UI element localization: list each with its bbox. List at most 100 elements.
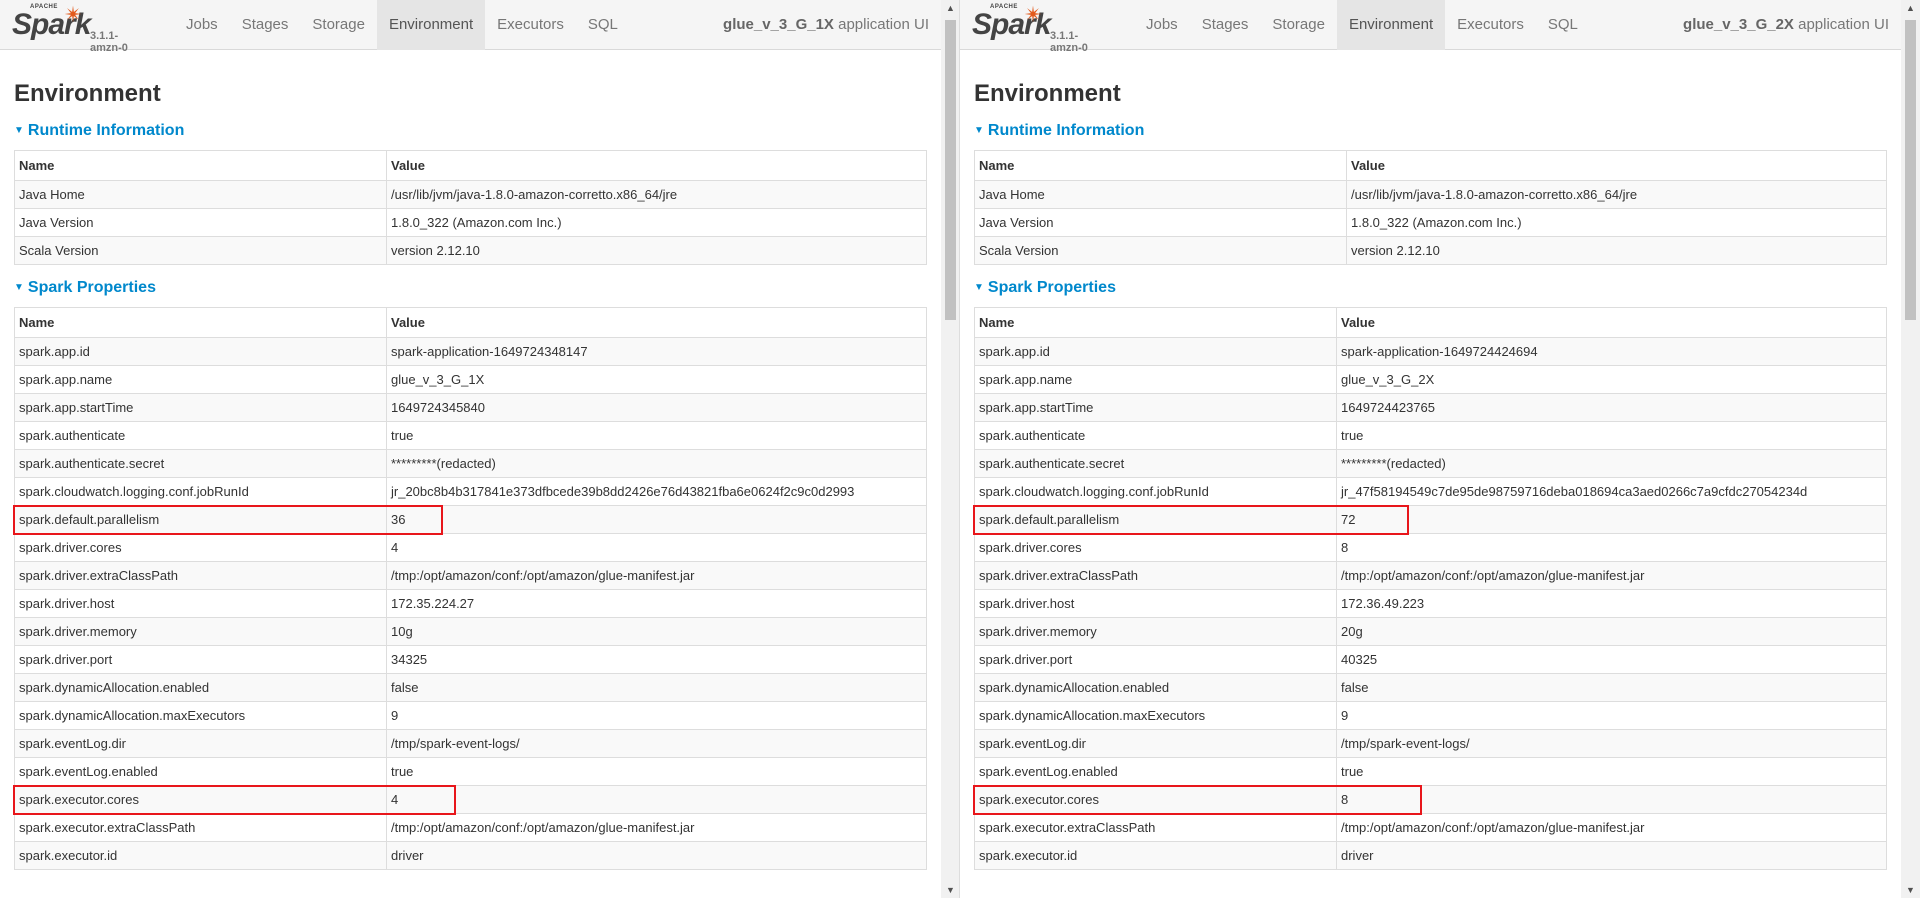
table-row: spark.dynamicAllocation.maxExecutors 9: [14, 701, 927, 730]
property-name: Scala Version: [974, 236, 1347, 265]
tab-sql[interactable]: SQL: [576, 0, 630, 50]
collapse-runtime[interactable]: ▼ Runtime Information: [974, 120, 1887, 142]
scrollbar-thumb[interactable]: [945, 20, 956, 320]
nav-tabs: Jobs Stages Storage Environment Executors SQL: [174, 0, 630, 50]
property-value: /tmp/spark-event-logs/: [386, 729, 927, 758]
collapse-runtime[interactable]: ▼ Runtime Information: [14, 120, 927, 142]
table-row: spark.driver.host 172.36.49.223: [974, 589, 1887, 618]
property-name: spark.eventLog.enabled: [14, 757, 387, 786]
app-ui-suffix: application UI: [1793, 16, 1889, 33]
property-value: jr_20bc8b4b317841e373dfbcede39b8dd2426e7…: [386, 477, 927, 506]
runtime-table: Name Value Java Home/usr/lib/jvm/java-1.8.…: [974, 150, 1887, 265]
tab-storage[interactable]: Storage: [300, 0, 377, 50]
property-value: 9: [1336, 701, 1887, 730]
table-row: Java Version 1.8.0_322 (Amazon.com Inc.): [14, 208, 927, 237]
table-row: Scala Version version 2.12.10: [974, 236, 1887, 265]
scroll-down-icon[interactable]: ▼: [941, 882, 959, 898]
property-value: /tmp:/opt/amazon/conf:/opt/amazon/glue-m…: [1336, 561, 1887, 590]
scrollbar[interactable]: ▲ ▼: [941, 0, 959, 898]
table-row: spark.authenticate.secret *********(redac…: [14, 449, 927, 478]
property-name: spark.dynamicAllocation.maxExecutors: [974, 701, 1337, 730]
tab-jobs[interactable]: Jobs: [1134, 0, 1190, 50]
table-row: spark.app.startTime 1649724423765: [974, 393, 1887, 422]
property-value: 36: [386, 505, 927, 534]
column-header[interactable]: Name: [974, 150, 1347, 181]
column-header[interactable]: Name: [14, 150, 387, 181]
scrollbar-thumb[interactable]: [1905, 20, 1916, 320]
table-row: spark.driver.port 40325: [974, 645, 1887, 674]
scroll-up-icon[interactable]: ▲: [1901, 0, 1920, 16]
spark_props-table: Name Value spark.app.id spark-application-1…: [974, 307, 1887, 870]
column-header[interactable]: Value: [1336, 307, 1887, 338]
property-name: spark.app.id: [14, 337, 387, 366]
app-ui-title: glue_v_3_G_2X application UI: [1683, 0, 1889, 50]
spark-logo[interactable]: APACHE Spark ✴ 3.1.1-amzn-0: [972, 4, 1092, 55]
tab-sql[interactable]: SQL: [1536, 0, 1590, 50]
property-name: spark.driver.extraClassPath: [974, 561, 1337, 590]
property-name: spark.driver.extraClassPath: [14, 561, 387, 590]
tab-executors[interactable]: Executors: [1445, 0, 1536, 50]
table-row: spark.executor.extraClassPath/tmp:/opt/a…: [974, 813, 1887, 842]
table-row: spark.driver.extraClassPath/tmp:/opt/ama…: [974, 561, 1887, 590]
property-value: true: [1336, 757, 1887, 786]
collapse-spark_props[interactable]: ▼ Spark Properties: [974, 277, 1887, 299]
column-header[interactable]: Value: [386, 307, 927, 338]
tab-storage[interactable]: Storage: [1260, 0, 1337, 50]
table-row: spark.executor.extraClassPath/tmp:/opt/a…: [14, 813, 927, 842]
property-name: spark.authenticate.secret: [14, 449, 387, 478]
table-row: spark.app.name glue_v_3_G_2X: [974, 365, 1887, 394]
property-name: spark.app.startTime: [14, 393, 387, 422]
table-row: spark.app.id spark-application-1649724348…: [14, 337, 927, 366]
scrollbar[interactable]: ▲ ▼: [1901, 0, 1920, 898]
table-row: spark.executor.id driver: [14, 841, 927, 870]
tab-stages[interactable]: Stages: [230, 0, 301, 50]
tab-executors[interactable]: Executors: [485, 0, 576, 50]
property-value: 172.35.224.27: [386, 589, 927, 618]
tab-stages[interactable]: Stages: [1190, 0, 1261, 50]
table-row: spark.driver.extraClassPath/tmp:/opt/ama…: [14, 561, 927, 590]
scroll-up-icon[interactable]: ▲: [941, 0, 959, 16]
column-header[interactable]: Name: [974, 307, 1337, 338]
table-row: spark.cloudwatch.logging.conf.jobRunId jr…: [14, 477, 927, 506]
column-header[interactable]: Value: [386, 150, 927, 181]
collapse-arrow-icon: ▼: [974, 125, 984, 136]
table-row: spark.eventLog.enabled true: [14, 757, 927, 786]
tab-environment[interactable]: Environment: [1336, 0, 1446, 50]
property-value: 72: [1336, 505, 1887, 534]
app-name: glue_v_3_G_1X: [723, 16, 834, 33]
property-name: spark.eventLog.enabled: [974, 757, 1337, 786]
property-name: spark.eventLog.dir: [974, 729, 1337, 758]
table-row: spark.eventLog.enabled true: [974, 757, 1887, 786]
property-value: true: [386, 757, 927, 786]
collapse-spark_props[interactable]: ▼ Spark Properties: [14, 277, 927, 299]
app-ui-suffix: application UI: [833, 16, 929, 33]
column-header[interactable]: Name: [14, 307, 387, 338]
table-row: spark.cloudwatch.logging.conf.jobRunId jr…: [974, 477, 1887, 506]
tab-jobs[interactable]: Jobs: [174, 0, 230, 50]
property-value: 1.8.0_322 (Amazon.com Inc.): [1346, 208, 1887, 237]
property-value: 40325: [1336, 645, 1887, 674]
property-name: spark.driver.port: [974, 645, 1337, 674]
property-value: 1649724345840: [386, 393, 927, 422]
property-value: 172.36.49.223: [1336, 589, 1887, 618]
table-row: spark.authenticate.secret *********(redac…: [974, 449, 1887, 478]
tab-environment[interactable]: Environment: [376, 0, 486, 50]
content: Environment ▼ Runtime Information Name Value…: [974, 50, 1887, 870]
table-row: spark.executor.id driver: [974, 841, 1887, 870]
table-row: spark.driver.cores 4: [14, 533, 927, 562]
scroll-down-icon[interactable]: ▼: [1901, 882, 1920, 898]
property-value: true: [386, 421, 927, 450]
collapse-arrow-icon: ▼: [14, 282, 24, 293]
content: Environment ▼ Runtime Information Name Value…: [14, 50, 927, 870]
property-name: spark.driver.host: [14, 589, 387, 618]
table-row: spark.authenticate true: [974, 421, 1887, 450]
spark-ui-pane: APACHE Spark ✴ 3.1.1-amzn-0 Jobs Stages Storag…: [960, 0, 1920, 898]
property-name: spark.app.startTime: [974, 393, 1337, 422]
table-row: spark.app.name glue_v_3_G_1X: [14, 365, 927, 394]
table-row: spark.eventLog.dir/tmp/spark-event-logs/: [974, 729, 1887, 758]
property-value: 1.8.0_322 (Amazon.com Inc.): [386, 208, 927, 237]
spark-logo[interactable]: APACHE Spark ✴ 3.1.1-amzn-0: [12, 4, 132, 55]
table-row: spark.dynamicAllocation.maxExecutors 9: [974, 701, 1887, 730]
navbar: APACHE Spark ✴ 3.1.1-amzn-0 Jobs Stages Storag…: [0, 0, 941, 55]
column-header[interactable]: Value: [1346, 150, 1887, 181]
